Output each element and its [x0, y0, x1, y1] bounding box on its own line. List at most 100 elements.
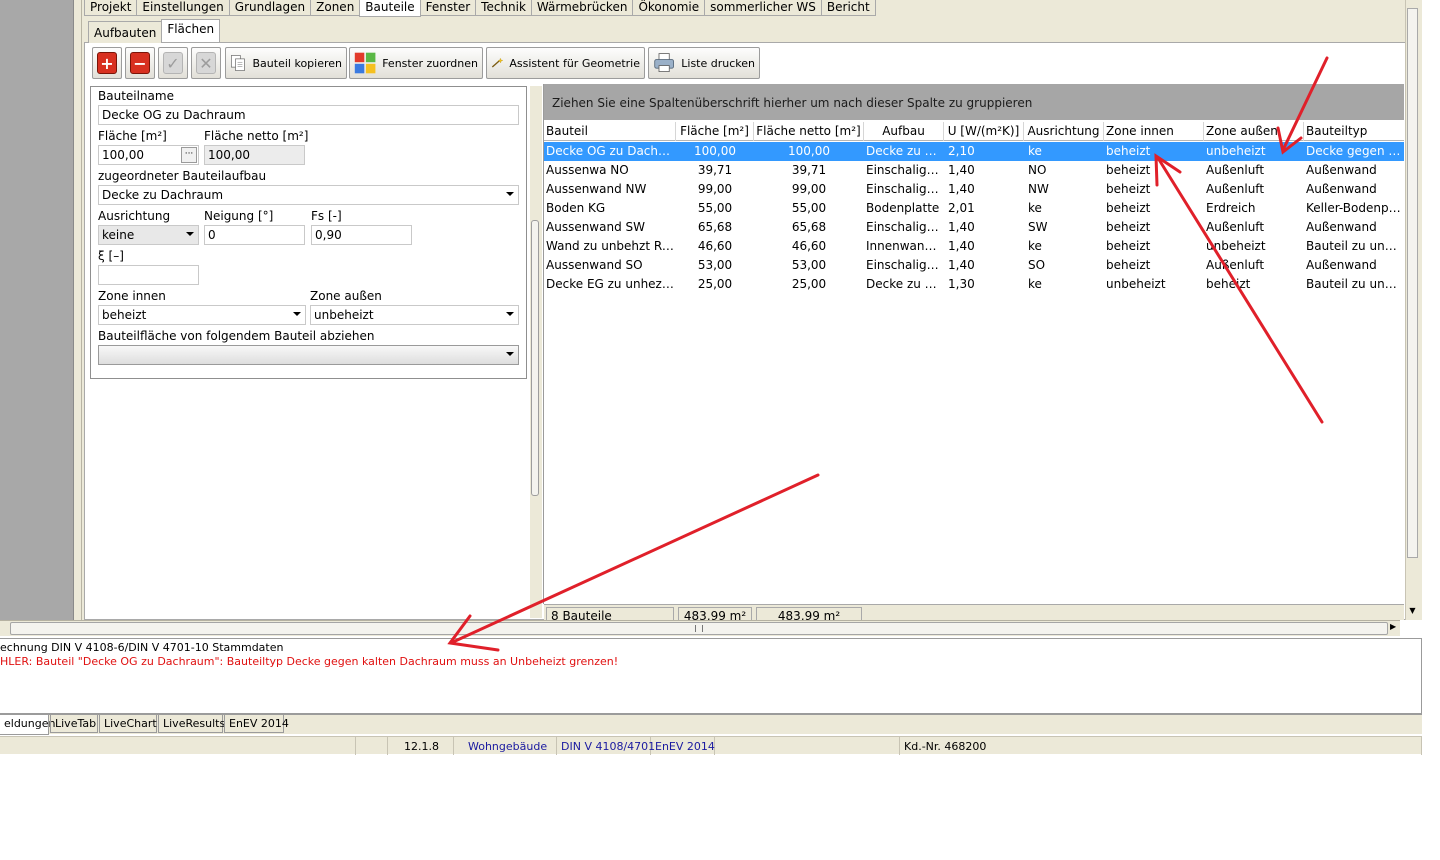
table-row[interactable]: Aussenwand NW 99,00 99,00 Einschalige ... 1,… [544, 180, 1404, 199]
cell-bauteil: Aussenwand SW [546, 220, 645, 234]
left-border [74, 0, 82, 620]
tab-einstellungen[interactable]: Einstellungen [136, 0, 230, 16]
cell-bauteil: Boden KG [546, 201, 606, 215]
copy-component-button[interactable]: Bauteil kopieren [225, 47, 347, 79]
cell-u-wert: 1,40 [948, 239, 975, 253]
zone-in-label: Zone innen [98, 289, 166, 303]
confirm-button[interactable]: ✓ [158, 47, 188, 79]
tab-livetab[interactable]: LiveTab [50, 715, 98, 733]
magic-wand-icon [491, 57, 504, 68]
cell-u-wert: 1,40 [948, 258, 975, 272]
cell-aufbau: Decke zu D... [866, 144, 944, 158]
tab-oekonomie[interactable]: Ökonomie [632, 0, 706, 16]
column-header-ausrichtung[interactable]: Ausrichtung [1024, 122, 1104, 141]
table-row[interactable]: Boden KG 55,00 55,00 Bodenplatte 2,01 ke behei… [544, 199, 1404, 218]
remove-button[interactable]: − [125, 47, 155, 79]
tilt-label: Neigung [°] [204, 209, 274, 223]
tab-bauteile[interactable]: Bauteile [359, 0, 421, 17]
area-input[interactable]: 100,00 ··· [98, 145, 199, 165]
status-cell-empty-3 [715, 737, 900, 755]
orientation-value: keine [102, 228, 135, 242]
tab-grundlagen[interactable]: Grundlagen [228, 0, 312, 16]
zone-out-select[interactable]: unbeheizt [310, 305, 519, 325]
column-header-flaeche-netto[interactable]: Fläche netto [m²] [754, 122, 864, 141]
grip-icon [695, 625, 703, 632]
tab-fenster[interactable]: Fenster [419, 0, 477, 16]
column-header-flaeche[interactable]: Fläche [m²] [676, 122, 754, 141]
table-row[interactable]: Wand zu unbehzt Ra... 46,60 46,60 Innenwand… [544, 237, 1404, 256]
name-input[interactable]: Decke OG zu Dachraum [98, 105, 519, 125]
name-label: Bauteilname [98, 89, 174, 103]
tab-livechart[interactable]: LiveChart [99, 715, 157, 733]
chevron-down-icon [506, 352, 514, 356]
column-header-u-wert[interactable]: U [W/(m²K)] [944, 122, 1024, 141]
cell-u-wert: 1,40 [948, 220, 975, 234]
column-header-aufbau[interactable]: Aufbau [864, 122, 944, 141]
tab-zonen[interactable]: Zonen [310, 0, 361, 16]
zone-in-value: beheizt [102, 308, 147, 322]
fs-input[interactable]: 0,90 [311, 225, 412, 245]
status-cell-empty [0, 737, 356, 755]
scroll-right-arrow-icon[interactable]: ▶ [1390, 622, 1396, 631]
tab-technik[interactable]: Technik [475, 0, 532, 16]
horizontal-scrollbar-thumb[interactable] [10, 622, 1388, 635]
cell-aufbau: Einschalige ... [866, 182, 944, 196]
cell-ausrichtung: ke [1028, 239, 1042, 253]
cell-zone-aussen: Außenluft [1206, 258, 1265, 272]
xi-input[interactable] [98, 265, 199, 285]
table-row[interactable]: Aussenwand SW 65,68 65,68 Einschalige ... 1,… [544, 218, 1404, 237]
tab-bericht[interactable]: Bericht [820, 0, 876, 16]
column-header-bauteil[interactable]: Bauteil [544, 122, 676, 141]
cell-flaeche: 99,00 [697, 182, 733, 196]
main-tabs: Projekt Einstellungen Grundlagen Zonen B… [84, 0, 876, 17]
geometry-wizard-button[interactable]: Assistent für Geometrie [486, 47, 645, 79]
copy-icon [231, 55, 245, 71]
status-enev: EnEV 2014 [651, 737, 715, 755]
cell-bauteiltyp: Außenwand [1306, 220, 1377, 234]
form-scrollbar-thumb[interactable] [531, 220, 539, 496]
tilt-input[interactable]: 0 [204, 225, 305, 245]
add-button[interactable]: + [92, 47, 122, 79]
cell-flaeche-netto: 99,00 [791, 182, 827, 196]
area-label: Fläche [m²] [98, 129, 167, 143]
cell-flaeche: 55,00 [697, 201, 733, 215]
table-row[interactable]: Aussenwa NO 39,71 39,71 Einschalige ... 1,40… [544, 161, 1404, 180]
copy-component-label: Bauteil kopieren [252, 56, 342, 70]
tab-liveresults[interactable]: LiveResults [158, 715, 225, 733]
column-header-bauteiltyp[interactable]: Bauteiltyp [1304, 122, 1404, 141]
orientation-select[interactable]: keine [98, 225, 199, 245]
tab-meldungen[interactable]: eldungen [0, 715, 55, 735]
cell-flaeche-netto: 65,68 [791, 220, 827, 234]
cell-u-wert: 2,10 [948, 144, 975, 158]
table-row[interactable]: Decke OG zu Dachra... 100,00 100,00 Decke z… [544, 142, 1404, 161]
cell-flaeche: 100,00 [694, 144, 736, 158]
subtract-select[interactable] [98, 345, 519, 365]
cell-flaeche-netto: 55,00 [791, 201, 827, 215]
tab-flaechen[interactable]: Flächen [161, 19, 221, 42]
net-area-input: 100,00 [204, 145, 305, 165]
area-ellipsis-button[interactable]: ··· [181, 147, 197, 163]
column-header-zone-aussen[interactable]: Zone außen [1204, 122, 1304, 141]
grid-scrollbar-thumb[interactable] [1407, 8, 1418, 558]
tab-projekt[interactable]: Projekt [84, 0, 138, 16]
tab-waermebruecken[interactable]: Wärmebrücken [530, 0, 634, 16]
cell-zone-aussen: Erdreich [1206, 201, 1256, 215]
group-by-panel[interactable]: Ziehen Sie eine Spaltenüberschrift hierh… [544, 84, 1404, 120]
table-row[interactable]: Aussenwand SO 53,00 53,00 Einschalige ... 1,… [544, 256, 1404, 275]
scroll-down-arrow-icon[interactable]: ▼ [1405, 606, 1420, 616]
assign-window-button[interactable]: Fenster zuordnen [349, 47, 483, 79]
cell-aufbau: Decke zu u... [866, 277, 944, 291]
construction-select[interactable]: Decke zu Dachraum [98, 185, 519, 205]
print-list-button[interactable]: Liste drucken [648, 47, 760, 79]
cell-bauteil: Decke EG zu unhez. ... [546, 277, 676, 291]
status-customer-number: Kd.-Nr. 468200 [900, 737, 1422, 755]
zone-in-select[interactable]: beheizt [98, 305, 306, 325]
construction-label: zugeordneter Bauteilaufbau [98, 169, 267, 183]
cell-zone-aussen: Außenluft [1206, 220, 1265, 234]
column-header-zone-innen[interactable]: Zone innen [1104, 122, 1204, 141]
tab-aufbauten[interactable]: Aufbauten [88, 21, 163, 43]
tab-enev-2014[interactable]: EnEV 2014 [224, 715, 289, 733]
cancel-button[interactable]: ✕ [191, 47, 221, 79]
table-row[interactable]: Decke EG zu unhez. ... 25,00 25,00 Decke zu… [544, 275, 1404, 294]
tab-sommerlicher-ws[interactable]: sommerlicher WS [704, 0, 822, 16]
